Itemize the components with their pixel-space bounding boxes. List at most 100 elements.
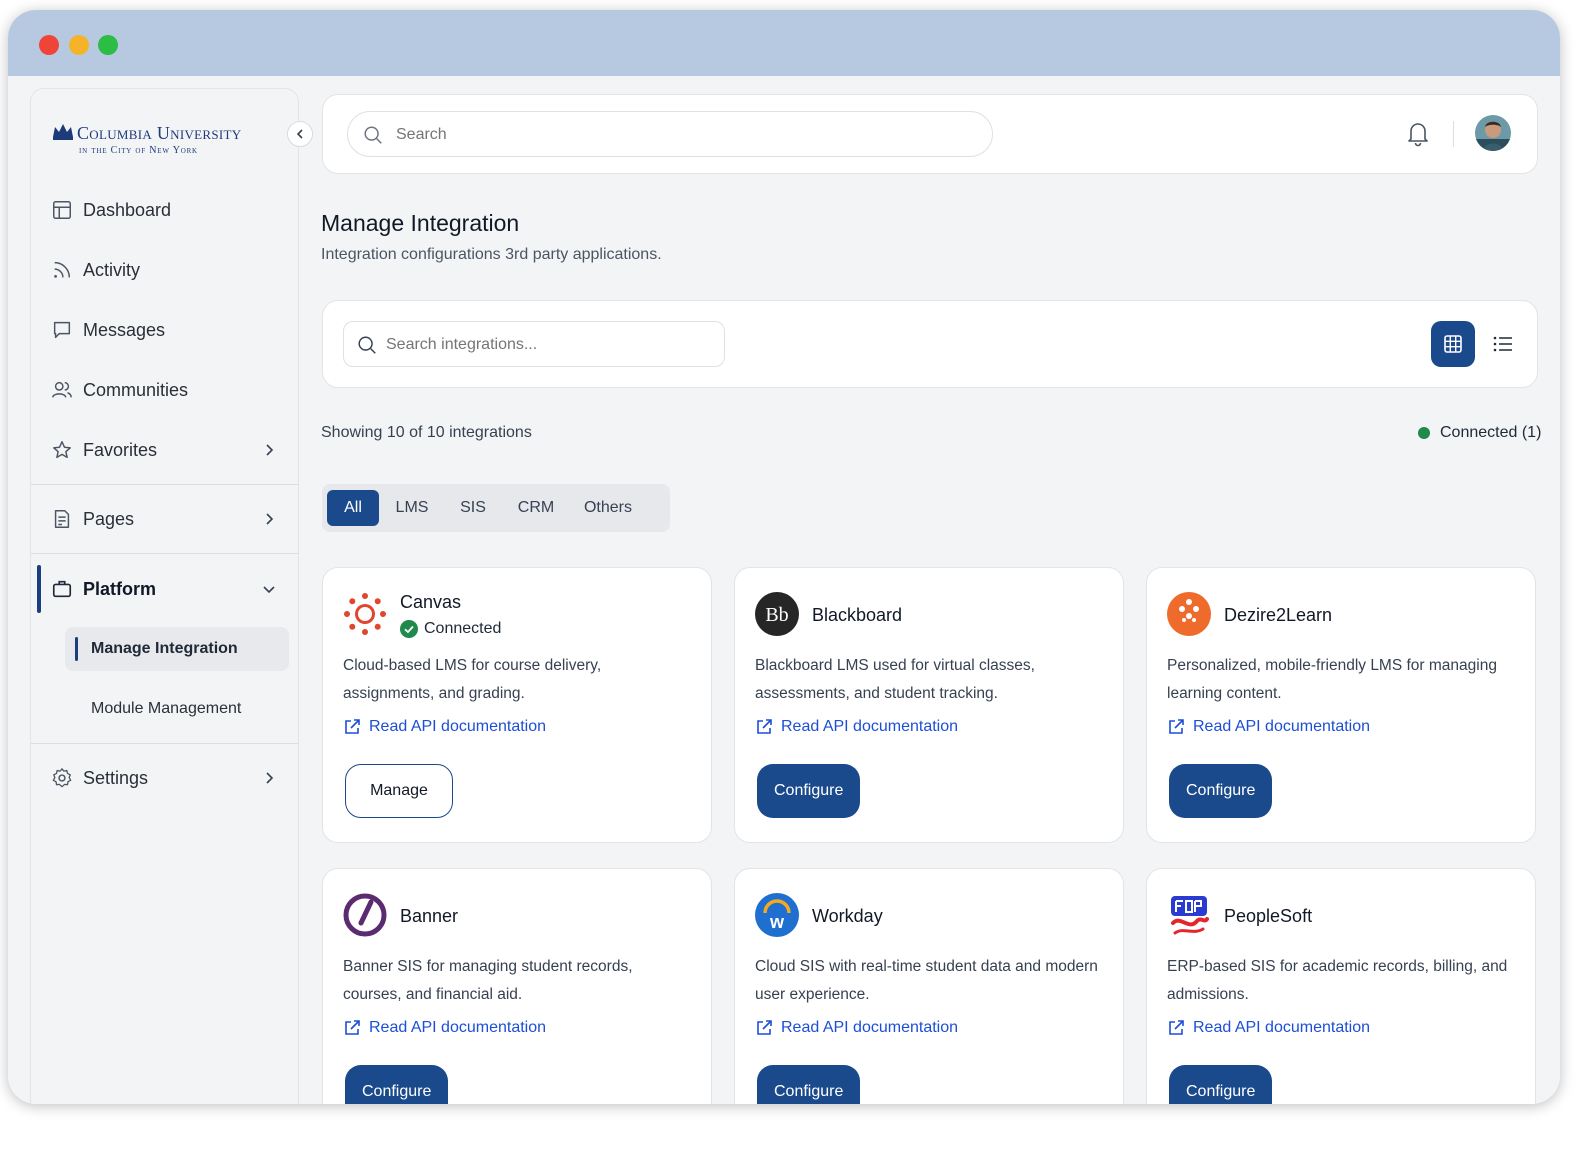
sidebar-item-label: Dashboard <box>83 199 172 220</box>
sidebar-item-messages[interactable]: Messages <box>31 308 298 352</box>
list-view-button[interactable] <box>1483 321 1523 367</box>
svg-text:Bb: Bb <box>765 604 788 626</box>
maximize-window-button[interactable] <box>98 35 118 55</box>
global-search[interactable] <box>347 111 993 157</box>
integration-search[interactable] <box>343 321 725 367</box>
collapse-sidebar-button[interactable] <box>287 121 313 147</box>
api-doc-link[interactable]: Read API documentation <box>343 718 546 736</box>
sidebar-item-label: Activity <box>83 259 141 280</box>
minimize-window-button[interactable] <box>69 35 89 55</box>
tab-crm[interactable]: CRM <box>506 490 566 526</box>
integration-search-input[interactable] <box>386 332 706 358</box>
api-doc-link-label: Read API documentation <box>781 1019 959 1036</box>
sidebar-item-favorites[interactable]: Favorites <box>31 428 298 472</box>
sidebar-item-dashboard[interactable]: Dashboard <box>31 188 298 232</box>
configure-button[interactable]: Configure <box>345 1065 449 1104</box>
active-indicator <box>75 637 78 661</box>
users-icon <box>52 381 72 398</box>
sidebar-item-settings[interactable]: Settings <box>31 756 298 800</box>
sidebar-item-platform[interactable]: Platform <box>31 565 298 613</box>
bell-icon[interactable] <box>1405 119 1431 147</box>
top-bar <box>322 94 1538 174</box>
grid-icon <box>1444 335 1462 353</box>
banner-logo-icon <box>343 893 387 937</box>
layout-icon <box>53 201 71 219</box>
configure-button[interactable]: Configure <box>757 764 861 818</box>
connected-dot-icon <box>1418 427 1430 439</box>
external-link-icon <box>345 1020 360 1035</box>
api-doc-link[interactable]: Read API documentation <box>1167 1019 1370 1037</box>
sidebar-divider <box>31 743 298 744</box>
sidebar-item-activity[interactable]: Activity <box>31 248 298 292</box>
configure-button[interactable]: Configure <box>757 1065 861 1104</box>
manage-button[interactable]: Manage <box>345 764 453 818</box>
peoplesoft-logo-icon <box>1171 896 1209 935</box>
grid-view-button[interactable] <box>1431 321 1475 367</box>
sidebar: Columbia University in the City of New Y… <box>30 88 313 1104</box>
sidebar-item-communities[interactable]: Communities <box>31 368 298 412</box>
sidebar-item-pages[interactable]: Pages <box>31 497 298 541</box>
search-icon <box>358 336 376 354</box>
tab-lms[interactable]: LMS <box>384 490 440 526</box>
chevron-left-icon <box>296 129 303 139</box>
integration-card-peoplesoft: PeopleSoft ERP-based SIS for academic re… <box>1146 868 1536 1104</box>
card-title: Dezire2Learn <box>1224 605 1333 625</box>
external-link-icon <box>1169 719 1184 734</box>
crown-icon <box>53 124 73 140</box>
dezire2learn-logo-icon <box>1167 592 1211 636</box>
configure-button[interactable]: Configure <box>1169 1065 1273 1104</box>
card-description: Personalized, mobile-friendly LMS for ma… <box>1167 657 1497 702</box>
card-description: Cloud-based LMS for course delivery, ass… <box>343 657 602 702</box>
briefcase-icon <box>52 580 72 598</box>
file-icon <box>54 510 70 528</box>
check-circle-icon <box>400 620 418 638</box>
api-doc-link-label: Read API documentation <box>369 1019 547 1036</box>
tab-all[interactable]: All <box>327 490 379 526</box>
card-description: Cloud SIS with real-time student data an… <box>755 958 1098 1003</box>
card-description: ERP-based SIS for academic records, bill… <box>1167 958 1508 1003</box>
sidebar-divider <box>31 484 298 485</box>
sidebar-subitem-module-management[interactable]: Module Management <box>65 687 289 731</box>
connected-count-label: Connected (1) <box>1440 424 1542 441</box>
api-doc-link[interactable]: Read API documentation <box>343 1019 546 1037</box>
card-description: Blackboard LMS used for virtual classes,… <box>755 657 1035 702</box>
sidebar-item-label: Messages <box>83 319 166 340</box>
chevron-right-icon <box>266 513 274 525</box>
card-title: Canvas <box>400 592 462 612</box>
api-doc-link-label: Read API documentation <box>781 718 959 735</box>
close-window-button[interactable] <box>39 35 59 55</box>
app-window: Columbia University in the City of New Y… <box>8 10 1560 1104</box>
status-badge: Connected <box>400 620 501 638</box>
external-link-icon <box>757 719 772 734</box>
api-doc-link-label: Read API documentation <box>1193 718 1371 735</box>
brand-name: Columbia University <box>77 123 242 143</box>
sidebar-item-label: Platform <box>83 578 157 599</box>
page-title: Manage Integration <box>321 210 520 236</box>
page-subtitle: Integration configurations 3rd party app… <box>321 246 662 263</box>
university-logo[interactable]: Columbia University in the City of New Y… <box>51 121 271 161</box>
active-indicator <box>37 565 41 613</box>
api-doc-link[interactable]: Read API documentation <box>755 718 958 736</box>
avatar-image <box>1475 115 1511 151</box>
gear-icon <box>52 768 72 788</box>
brand-subtitle: in the City of New York <box>79 145 198 156</box>
workday-logo-icon: w <box>755 893 799 937</box>
sidebar-subitem-manage-integration[interactable]: Manage Integration <box>65 627 289 671</box>
search-icon <box>364 126 382 144</box>
external-link-icon <box>345 719 360 734</box>
api-doc-link[interactable]: Read API documentation <box>755 1019 958 1037</box>
api-doc-link-label: Read API documentation <box>369 718 547 735</box>
user-avatar[interactable] <box>1475 115 1511 151</box>
connected-count[interactable]: Connected (1) <box>1418 424 1541 442</box>
blackboard-logo-icon: Bb <box>755 592 799 636</box>
card-title: Banner <box>400 906 459 926</box>
integration-card-dezire2learn: Dezire2Learn Personalized, mobile-friend… <box>1146 567 1536 843</box>
results-count: Showing 10 of 10 integrations <box>321 424 532 441</box>
external-link-icon <box>1169 1020 1184 1035</box>
global-search-input[interactable] <box>396 122 956 148</box>
configure-button[interactable]: Configure <box>1169 764 1273 818</box>
tab-sis[interactable]: SIS <box>446 490 500 526</box>
tab-others[interactable]: Others <box>574 490 642 526</box>
chevron-right-icon <box>266 772 274 784</box>
api-doc-link[interactable]: Read API documentation <box>1167 718 1370 736</box>
